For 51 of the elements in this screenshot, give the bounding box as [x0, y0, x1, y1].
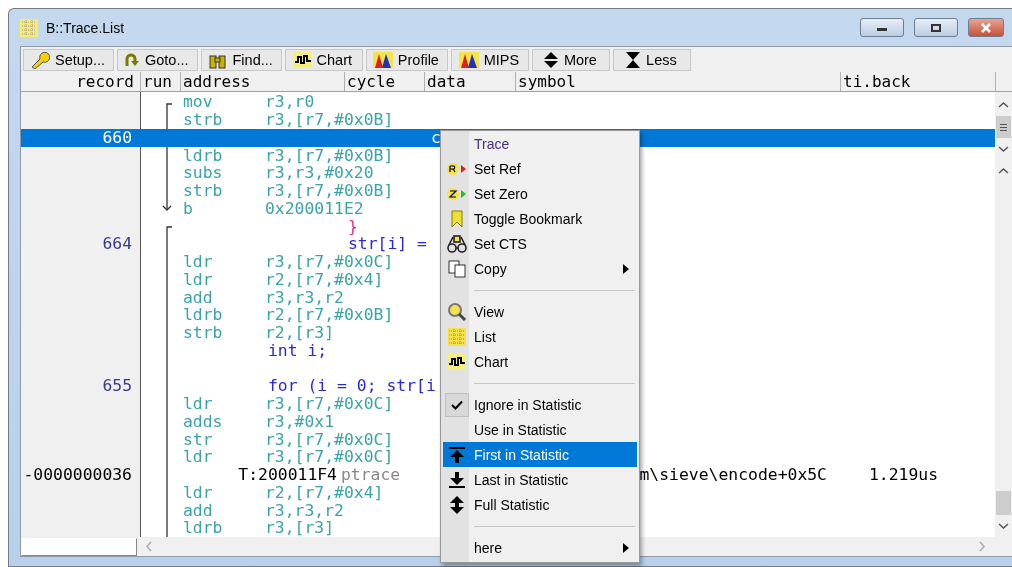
instruction-mnemonic: ldrb	[183, 519, 224, 537]
instruction-mnemonic: add	[183, 288, 214, 307]
instruction-mnemonic: ldr	[183, 448, 214, 466]
instruction-mnemonic: ldr	[183, 395, 214, 413]
record-number: 660	[101, 128, 133, 147]
instruction-mnemonic: strb	[183, 324, 224, 342]
symbol-value: m\sieve\encode+0x5C	[639, 466, 827, 484]
instruction-operands: r2,[r7,#0x4]	[265, 270, 384, 289]
instruction-mnemonic: strb	[183, 182, 224, 200]
instruction-mnemonic: str	[183, 430, 214, 449]
instruction-operands: r3,[r7,#0x0B]	[265, 182, 394, 200]
instruction-operands: r3,[r7,#0x0C]	[265, 448, 394, 466]
instruction-mnemonic: subs	[183, 164, 224, 182]
instruction-operands: r3,[r7,#0x0B]	[265, 146, 394, 165]
instruction-operands: r3,r3,#0x20	[265, 164, 374, 182]
instruction-mnemonic: ldr	[183, 483, 214, 502]
source-line: }	[347, 217, 358, 236]
source-line: str[i] =	[347, 235, 427, 253]
instruction-mnemonic: adds	[183, 412, 224, 431]
instruction-operands: r3,[r7,#0x0C]	[265, 430, 394, 449]
instruction-mnemonic: b	[183, 199, 194, 218]
instruction-operands: r3,[r7,#0x0C]	[265, 253, 394, 271]
instruction-mnemonic: ldr	[183, 253, 214, 271]
source-line: int i;	[267, 341, 328, 360]
instruction-operands: r2,[r3]	[265, 324, 335, 342]
instruction-operands: r3,r3,r2	[265, 288, 344, 307]
instruction-operands: 0x200011E2	[265, 199, 364, 218]
instruction-operands: r2,[r7,#0x4]	[265, 483, 384, 502]
instruction-operands: r2,[r7,#0x0B]	[265, 306, 394, 324]
time-value: 1.219us	[868, 466, 940, 484]
instruction-operands: r3,r3,r2	[265, 501, 344, 520]
instruction-mnemonic: ldrb	[183, 146, 224, 165]
record-number: 664	[101, 235, 133, 253]
instruction-operands: r3,r0	[265, 93, 315, 111]
menu-title: Trace	[473, 135, 511, 154]
record-number: 655	[101, 377, 133, 395]
cycle-value: ptrace	[341, 466, 402, 484]
instruction-mnemonic: mov	[183, 93, 214, 111]
instruction-mnemonic: strb	[183, 111, 224, 129]
instruction-operands: r3,[r7,#0x0B]	[265, 111, 394, 129]
record-number: -0000000036	[22, 466, 133, 484]
instruction-mnemonic: ldr	[183, 270, 214, 289]
instruction-operands: r3,[r3]	[265, 519, 335, 537]
source-line: for (i = 0; str[i	[267, 377, 436, 395]
window-title: B::Trace.List	[46, 19, 125, 36]
instruction-mnemonic: add	[183, 501, 214, 520]
instruction-operands: r3,#0x1	[265, 412, 335, 431]
instruction-operands: r3,[r7,#0x0C]	[265, 395, 394, 413]
data-value: c	[431, 128, 441, 147]
instruction-mnemonic: ldrb	[183, 306, 224, 324]
trace-address: T:200011F4	[237, 466, 338, 484]
